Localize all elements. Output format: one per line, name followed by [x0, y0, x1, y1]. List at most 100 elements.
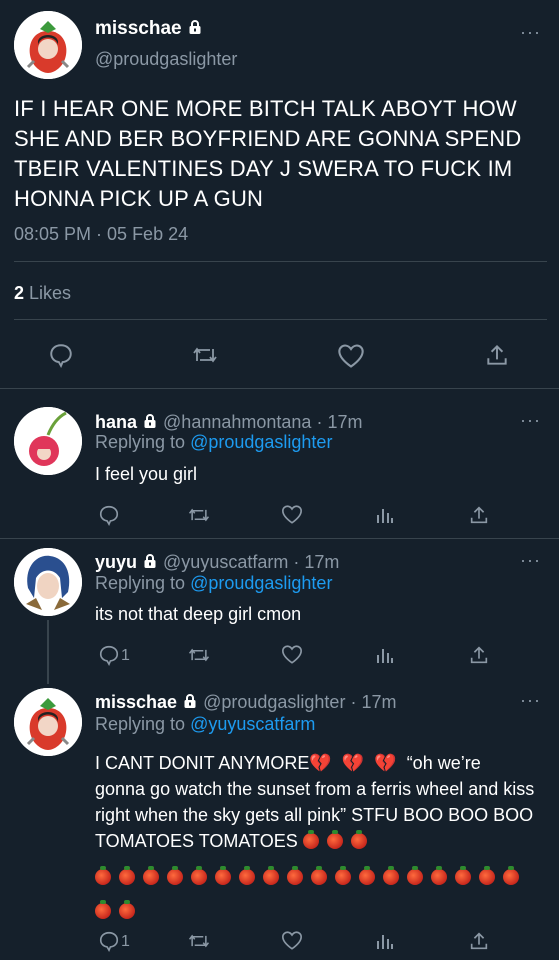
tomato-emoji	[359, 866, 375, 885]
reply-icon[interactable]	[48, 342, 74, 368]
divider	[14, 261, 547, 262]
lock-icon	[142, 413, 158, 429]
lock-icon	[182, 693, 198, 709]
reply-age[interactable]: 17m	[304, 552, 339, 572]
retweet-icon[interactable]	[187, 644, 211, 666]
reply-age[interactable]: 17m	[361, 692, 396, 712]
lock-icon	[187, 19, 203, 35]
reply-handle[interactable]: @yuyuscatfarm	[163, 552, 288, 572]
tomato-emoji	[119, 866, 135, 885]
main-tweet-author[interactable]: misschae	[95, 18, 203, 40]
reply-display-name[interactable]: misschae	[95, 692, 177, 712]
tomato-emoji	[455, 866, 471, 885]
more-options-icon[interactable]: ···	[520, 410, 541, 431]
retweet-icon[interactable]	[191, 342, 219, 368]
replying-to-line: Replying to @proudgaslighter	[95, 432, 332, 453]
tomato-emoji	[479, 866, 495, 885]
retweet-icon[interactable]	[187, 504, 211, 526]
main-tweet-handle[interactable]: @proudgaslighter	[95, 49, 237, 70]
share-icon[interactable]	[468, 504, 490, 526]
broken-heart-emoji: 💔	[374, 753, 397, 773]
analytics-icon[interactable]	[375, 505, 395, 525]
tomato-emoji	[407, 866, 423, 885]
likes-label: Likes	[29, 283, 72, 303]
like-icon[interactable]	[281, 930, 303, 951]
replying-to-line: Replying to @yuyuscatfarm	[95, 714, 315, 735]
tomato-emoji	[302, 830, 319, 849]
tomato-emoji	[335, 866, 351, 885]
reply-header: misschae @proudgaslighter · 17m	[95, 692, 396, 713]
tomato-emoji	[503, 866, 519, 885]
replying-to-label: Replying to	[95, 432, 186, 452]
like-icon[interactable]	[281, 644, 303, 665]
tomato-emoji	[95, 866, 111, 885]
reply-display-name[interactable]: yuyu	[95, 552, 137, 572]
analytics-icon[interactable]	[375, 931, 395, 951]
tomato-emoji	[263, 866, 279, 885]
more-options-icon[interactable]: ···	[520, 550, 541, 571]
tomato-emoji	[326, 830, 343, 849]
tomato-emoji	[431, 866, 447, 885]
separator-dot: ·	[350, 692, 357, 712]
reply-text: its not that deep girl cmon	[95, 604, 302, 624]
tomato-emoji	[311, 866, 327, 885]
thread-connector-line	[47, 620, 49, 684]
reply-text: I CANT DONIT ANYMORE💔 💔 💔 “oh we’re gonn…	[95, 750, 535, 928]
reply-text: I feel you girl	[95, 464, 198, 484]
reply-age[interactable]: 17m	[327, 412, 362, 432]
more-options-icon[interactable]: ···	[520, 22, 541, 43]
retweet-icon[interactable]	[187, 930, 211, 952]
more-options-icon[interactable]: ···	[520, 690, 541, 711]
broken-heart-emoji: 💔	[341, 753, 365, 773]
reply-header: yuyu @yuyuscatfarm · 17m	[95, 552, 339, 573]
replying-to-link[interactable]: @proudgaslighter	[190, 432, 332, 452]
reply-icon[interactable]	[98, 504, 120, 526]
share-icon[interactable]	[468, 930, 490, 952]
reply-display-name[interactable]: hana	[95, 412, 137, 432]
divider	[0, 388, 559, 389]
replying-to-line: Replying to @proudgaslighter	[95, 573, 332, 594]
reply-avatar[interactable]	[14, 688, 82, 756]
main-tweet-avatar[interactable]	[14, 11, 82, 79]
replying-to-link[interactable]: @yuyuscatfarm	[190, 714, 315, 734]
reply-count: 1	[121, 933, 130, 950]
share-icon[interactable]	[484, 342, 510, 368]
main-tweet-text: IF I HEAR ONE MORE BITCH TALK ABOYT HOW …	[14, 96, 522, 211]
tomato-emoji	[143, 866, 159, 885]
replying-to-link[interactable]: @proudgaslighter	[190, 573, 332, 593]
tomato-emoji	[95, 900, 111, 919]
tomato-emoji-row	[95, 860, 535, 928]
reply-avatar[interactable]	[14, 548, 82, 616]
replying-to-label: Replying to	[95, 573, 186, 593]
separator-dot: ·	[316, 412, 323, 432]
main-tweet-timestamp[interactable]: 08:05 PM · 05 Feb 24	[14, 224, 188, 245]
reply-text-part1: I CANT DONIT ANYMORE	[95, 753, 310, 773]
divider	[14, 319, 547, 320]
share-icon[interactable]	[468, 644, 490, 666]
tomato-emoji	[119, 900, 135, 919]
tomato-emoji	[287, 866, 303, 885]
like-icon[interactable]	[281, 504, 303, 525]
tomato-emoji	[191, 866, 207, 885]
separator-dot: ·	[293, 552, 300, 572]
likes-count-link[interactable]: 2 Likes	[14, 283, 71, 304]
reply-avatar[interactable]	[14, 407, 82, 475]
broken-heart-emoji: 💔	[309, 753, 332, 773]
likes-count: 2	[14, 283, 25, 303]
reply-handle[interactable]: @hannahmontana	[163, 412, 311, 432]
divider	[0, 538, 559, 539]
main-tweet-display-name[interactable]: misschae	[95, 18, 182, 39]
tomato-emoji	[215, 866, 231, 885]
like-icon[interactable]	[337, 343, 365, 369]
tomato-emoji	[239, 866, 255, 885]
reply-icon[interactable]	[98, 644, 120, 666]
tomato-emoji	[167, 866, 183, 885]
replying-to-label: Replying to	[95, 714, 186, 734]
tomato-emoji	[350, 830, 367, 849]
reply-handle[interactable]: @proudgaslighter	[203, 692, 345, 712]
lock-icon	[142, 553, 158, 569]
reply-count: 1	[121, 647, 130, 664]
reply-icon[interactable]	[98, 930, 120, 952]
analytics-icon[interactable]	[375, 645, 395, 665]
reply-header: hana @hannahmontana · 17m	[95, 412, 362, 433]
